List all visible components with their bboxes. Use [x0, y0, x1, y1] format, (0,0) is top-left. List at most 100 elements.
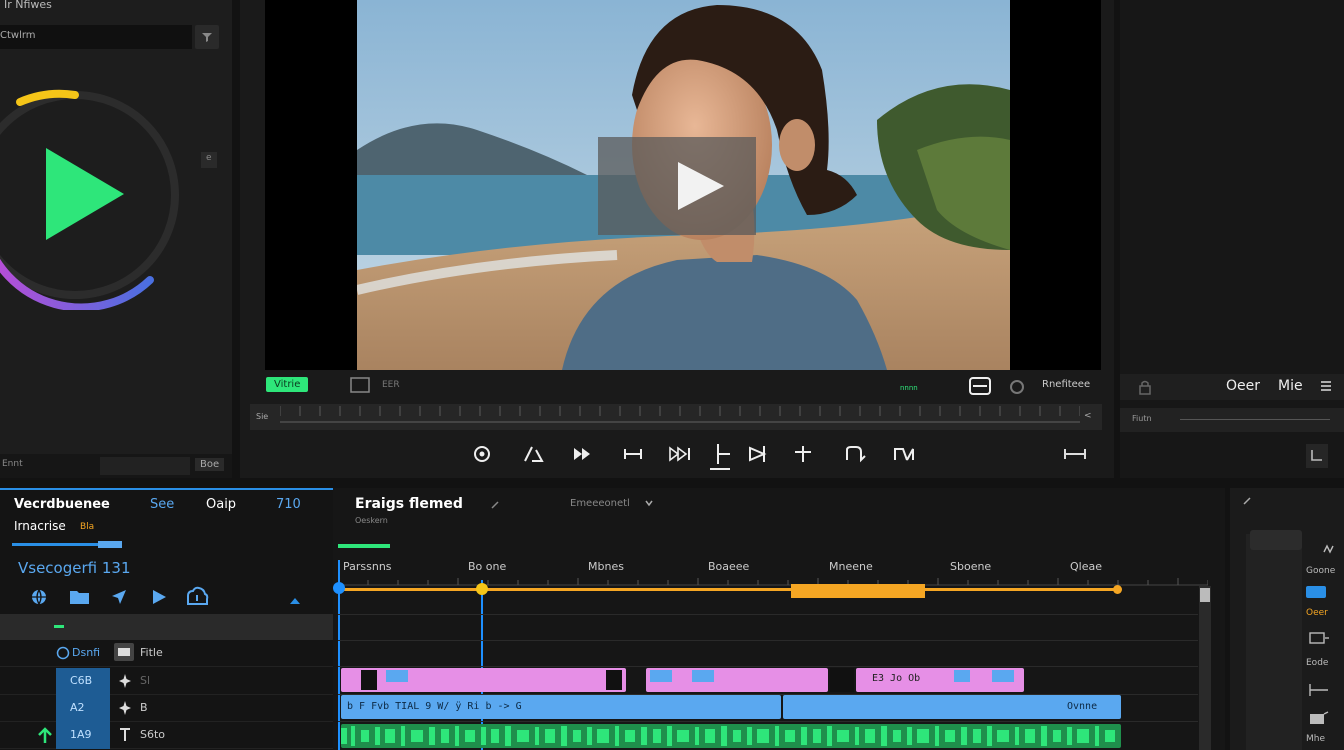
record-icon[interactable]: [472, 444, 492, 464]
panel-subtitle: Irnacrise: [14, 519, 66, 533]
collapse-icon[interactable]: [1306, 444, 1328, 468]
track-extra: S6to: [140, 728, 166, 741]
folder-icon[interactable]: [69, 588, 91, 606]
settings-icon[interactable]: [1008, 378, 1026, 396]
lock-icon[interactable]: [1138, 379, 1152, 395]
timecode-label: Boaeee: [708, 560, 750, 573]
step-forward-icon[interactable]: [572, 444, 594, 464]
inspector-header: Oeer Mie: [1120, 374, 1344, 400]
video-clip[interactable]: [646, 668, 828, 692]
inspector-ruler[interactable]: Fiutn: [1120, 408, 1344, 432]
search-input[interactable]: Ctwlrm: [0, 25, 192, 49]
timecode-label: Mbnes: [588, 560, 624, 573]
edit-icon[interactable]: [490, 500, 500, 510]
clip-gap: [830, 668, 854, 692]
globe-small-icon[interactable]: [56, 646, 70, 660]
clip-label: E3 Jo Ob: [872, 673, 921, 684]
slip-icon[interactable]: [522, 444, 544, 464]
scrollbar-thumb[interactable]: [1200, 588, 1210, 602]
cloud-icon[interactable]: [185, 586, 209, 606]
viewer-scrubber[interactable]: Sie <: [250, 404, 1102, 430]
filter-icon[interactable]: [195, 25, 219, 49]
menu-icon[interactable]: [1318, 378, 1334, 394]
video-clip[interactable]: [341, 668, 626, 692]
inspector-subtitle[interactable]: Mie: [1278, 378, 1303, 394]
track-extra: Fitle: [140, 646, 163, 659]
scroll-handle[interactable]: e: [201, 152, 217, 168]
arrow-up-icon[interactable]: [36, 727, 54, 745]
ripple-icon[interactable]: [892, 444, 918, 464]
split-icon[interactable]: [792, 444, 814, 464]
collapse-arrow-icon[interactable]: [288, 596, 302, 606]
tab-project[interactable]: Vecrdbuenee: [14, 497, 110, 512]
chevron-down-icon[interactable]: [644, 498, 654, 508]
inspector-title[interactable]: Oeer: [1226, 378, 1260, 394]
timecode-label: Qleae: [1070, 560, 1102, 573]
pin-icon[interactable]: [1242, 496, 1252, 506]
track-label[interactable]: A2: [70, 701, 85, 714]
search-placeholder: Ctwlrm: [0, 30, 36, 41]
in-marker-handle[interactable]: [333, 582, 345, 594]
work-area-bar[interactable]: [338, 544, 390, 548]
safe-area-icon[interactable]: [968, 376, 992, 396]
expand-icon[interactable]: [1322, 544, 1336, 554]
film-icon[interactable]: [114, 643, 134, 661]
tool-label[interactable]: Oeer: [1306, 608, 1328, 618]
text-icon[interactable]: [118, 727, 132, 743]
tool-label[interactable]: Eode: [1306, 658, 1328, 668]
track-row-v1: C6B Sl: [0, 668, 333, 695]
tools-panel: Goone Oeer Eode Mhe: [1230, 488, 1344, 750]
tab-number[interactable]: 710: [276, 497, 301, 512]
video-clip[interactable]: E3 Jo Ob: [856, 668, 1024, 692]
media-panel: Ir Nfiwes Ctwlrm e Ennt Boe: [0, 0, 232, 478]
fit-timeline-icon[interactable]: [1062, 444, 1088, 464]
timecode-ruler[interactable]: Parssnns Bo one Mbnes Boaeee Mneene Sboe…: [338, 556, 1208, 586]
tab-clip[interactable]: Oaip: [206, 497, 236, 512]
frame-counter: EER: [382, 380, 400, 390]
ruler-start-label: Sie: [256, 412, 269, 421]
volume-thumb[interactable]: [98, 541, 122, 548]
status-badge[interactable]: Vitrie: [266, 377, 309, 392]
inspector-ruler-label: Fiutn: [1132, 414, 1152, 423]
track-label[interactable]: Dsnfi: [72, 646, 100, 659]
timecode-label: Mneene: [829, 560, 873, 573]
tool-label[interactable]: Goone: [1306, 566, 1335, 576]
playhead-handle[interactable]: [476, 583, 488, 595]
footer-right-button[interactable]: Boe: [195, 458, 225, 471]
clip-icon[interactable]: [1308, 630, 1330, 646]
sequence-name[interactable]: Vsecogerfi 131: [18, 559, 131, 577]
monitor-icon[interactable]: [350, 377, 370, 393]
jump-icon[interactable]: [668, 444, 692, 464]
mark-in-icon[interactable]: [710, 442, 732, 470]
globe-icon[interactable]: [30, 588, 48, 606]
play-small-icon[interactable]: [150, 588, 168, 606]
keyframe-end[interactable]: [1113, 585, 1122, 594]
star-icon[interactable]: [118, 673, 132, 689]
trim-icon[interactable]: [622, 444, 644, 464]
track-label[interactable]: C6B: [70, 674, 92, 687]
timeline-dropdown[interactable]: Emeeeonetl: [570, 498, 630, 509]
track-height-icon[interactable]: [1308, 682, 1330, 698]
keyframe-segment[interactable]: [791, 584, 925, 598]
mark-out-icon[interactable]: [746, 444, 768, 464]
loop-icon[interactable]: [844, 444, 868, 464]
star-icon[interactable]: [118, 700, 132, 716]
panel-footer: Ennt Boe: [0, 454, 232, 478]
waveform-clip[interactable]: [341, 724, 1121, 748]
track-row-a1: A2 B: [0, 695, 333, 722]
play-icon[interactable]: [46, 148, 126, 240]
zoom-icon[interactable]: [1308, 710, 1330, 726]
overlay-play-icon[interactable]: [598, 137, 756, 235]
tool-label[interactable]: Mhe: [1306, 734, 1325, 744]
timeline-scrollbar[interactable]: [1199, 586, 1211, 750]
clip-label: b F Fvb TIAL 9 W/ ÿ Ri b -> G: [347, 701, 522, 712]
pointer-icon[interactable]: [110, 588, 128, 606]
audio-clip[interactable]: Ovnne: [783, 695, 1121, 719]
audio-clip[interactable]: b F Fvb TIAL 9 W/ ÿ Ri b -> G: [341, 695, 781, 719]
tool-toggle[interactable]: [1306, 586, 1326, 598]
fit-dropdown[interactable]: Rnefiteee: [1042, 379, 1090, 390]
track-label[interactable]: 1A9: [70, 728, 92, 741]
footer-slider[interactable]: [100, 457, 190, 475]
keyframe-line[interactable]: [338, 588, 1121, 591]
tab-source[interactable]: See: [150, 497, 174, 512]
